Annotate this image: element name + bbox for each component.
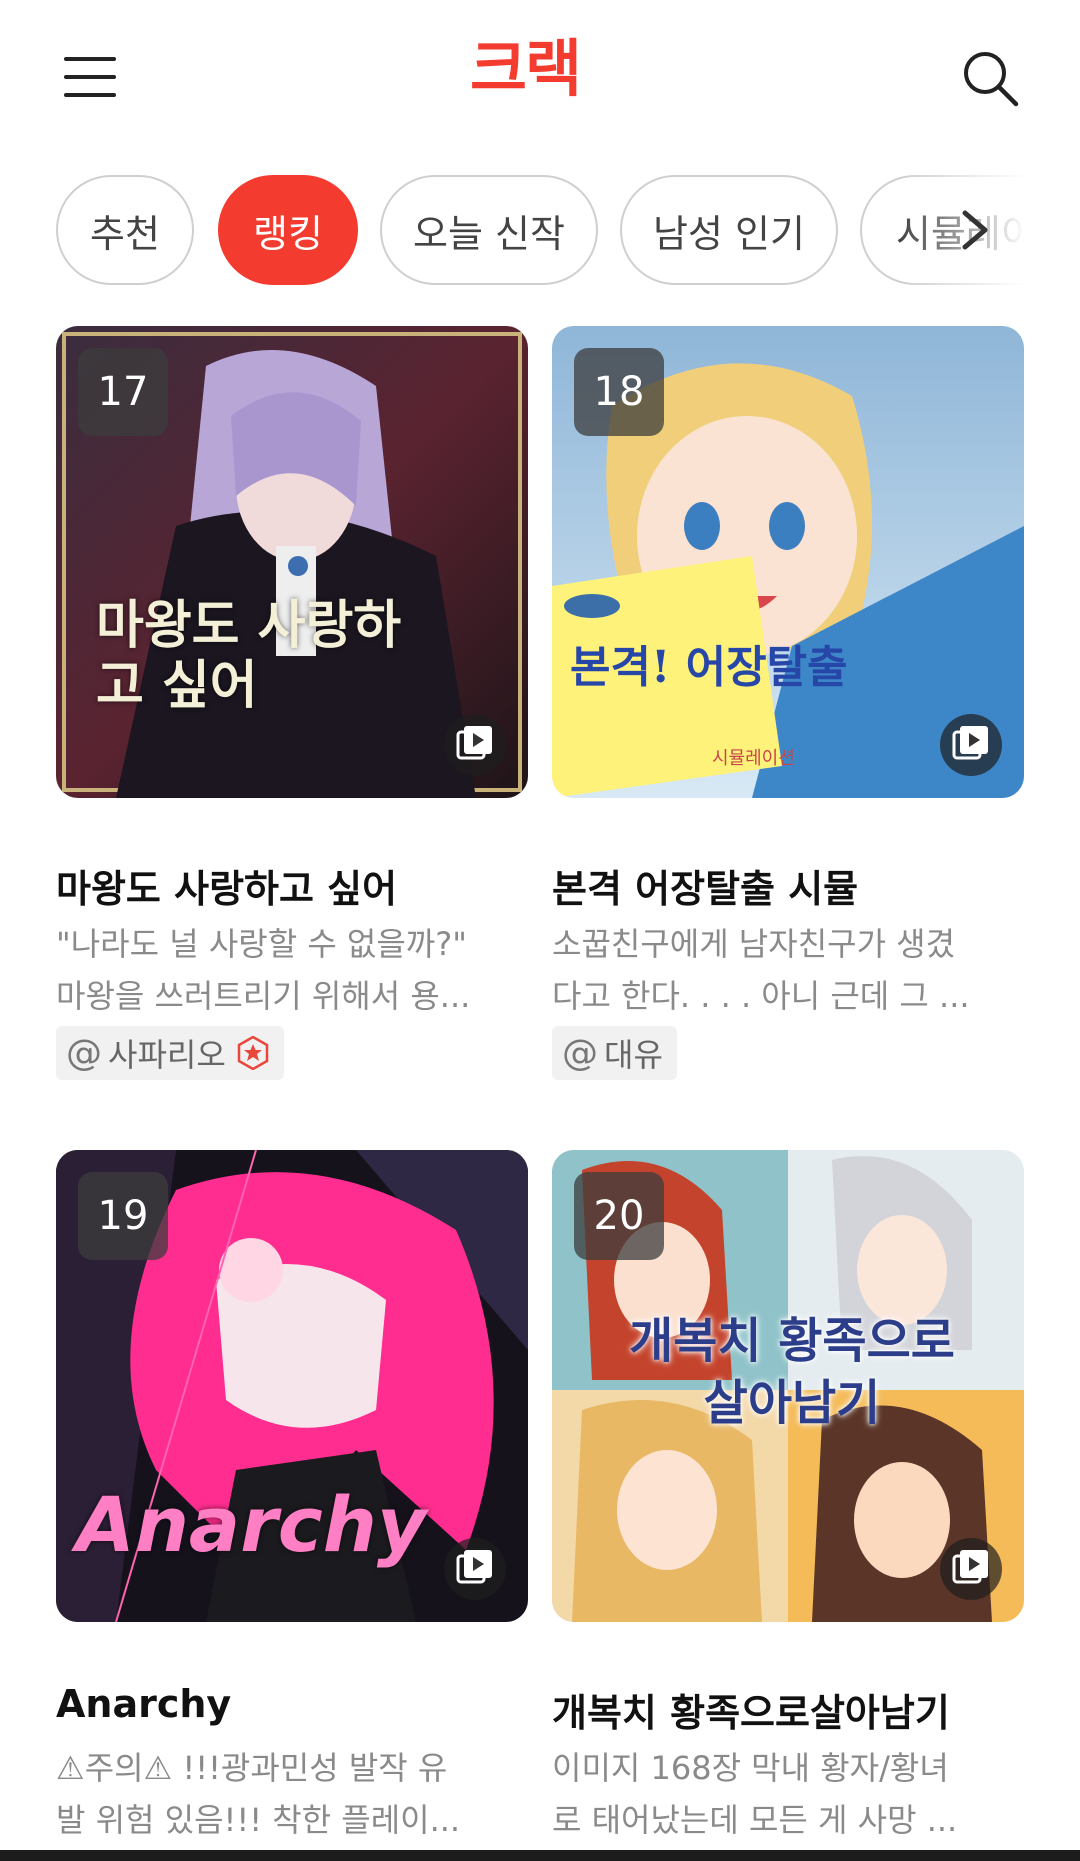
description-line: 다고 한다. . . . 아니 근데 그 ... <box>552 977 970 1015</box>
story-card[interactable]: 19 Anarchy Anarchy ⚠주의⚠ !!!광과민성 발작 유 발 위… <box>56 1150 528 1839</box>
author-chip[interactable]: @ 대유 <box>552 1026 677 1080</box>
story-cover[interactable]: 20 개복치 황족으로 살아남기 <box>552 1150 1024 1622</box>
rank-badge: 20 <box>574 1172 664 1260</box>
author-name: 사파리오 <box>108 1036 226 1074</box>
video-badge-icon <box>940 1538 1002 1600</box>
bottom-edge <box>0 1850 1080 1861</box>
tab-new-today[interactable]: 오늘 신작 <box>380 175 598 285</box>
chevron-right-icon[interactable] <box>955 205 995 255</box>
description-line: "나라도 널 사랑할 수 없을까?" <box>56 925 467 963</box>
tab-recommended[interactable]: 추천 <box>56 175 194 285</box>
story-card[interactable]: 18 본격! 어장탈출 시뮬레이션 본격 어장탈출 시뮬 소꿉친구에게 남자친구… <box>552 326 1024 1080</box>
story-cover[interactable]: 18 본격! 어장탈출 시뮬레이션 <box>552 326 1024 798</box>
author-name: 대유 <box>604 1036 663 1074</box>
story-cover[interactable]: 17 마왕도 사랑하고 싶어 <box>56 326 528 798</box>
cover-title-text: 본격! 어장탈출 <box>570 642 848 693</box>
cover-title-text: Anarchy <box>76 1480 427 1569</box>
author-chip[interactable]: @ 사파리오 <box>56 1026 284 1080</box>
cover-title-text: 마왕도 사랑하고 싶어 <box>96 595 402 716</box>
rank-badge: 19 <box>78 1172 168 1260</box>
description-line: 이미지 168장 막내 황자/황녀 <box>552 1749 949 1787</box>
category-tabs: 추천 랭킹 오늘 신작 남성 인기 시뮬레이 <box>0 175 1080 293</box>
rank-badge: 17 <box>78 348 168 436</box>
description-line: 마왕을 쓰러트리기 위해서 용... <box>56 977 471 1015</box>
description-line: 로 태어났는데 모든 게 사망 ... <box>552 1801 958 1839</box>
cover-subtitle-text: 시뮬레이션 <box>712 748 795 769</box>
description-line: 발 위험 있음!!! 착한 플레이... <box>56 1801 461 1839</box>
rank-badge: 18 <box>574 348 664 436</box>
story-card[interactable]: 17 마왕도 사랑하고 싶어 마왕도 사랑하고 싶어 "나라도 널 사랑할 수 … <box>56 326 528 1080</box>
video-badge-icon <box>444 1538 506 1600</box>
app-header: 크랙 <box>0 0 1080 160</box>
video-badge-icon <box>940 714 1002 776</box>
story-title[interactable]: Anarchy <box>56 1682 231 1726</box>
story-description: 소꿉친구에게 남자친구가 생겼 다고 한다. . . . 아니 근데 그 ... <box>552 918 1024 1022</box>
hamburger-menu-icon[interactable] <box>64 55 116 99</box>
story-title[interactable]: 마왕도 사랑하고 싶어 <box>56 858 397 913</box>
cover-title-text: 개복치 황족으로 살아남기 <box>629 1313 955 1431</box>
story-title[interactable]: 개복치 황족으로살아남기 <box>552 1682 950 1737</box>
search-icon[interactable] <box>960 48 1020 108</box>
description-line: ⚠주의⚠ !!!광과민성 발작 유 <box>56 1749 448 1787</box>
story-description: ⚠주의⚠ !!!광과민성 발작 유 발 위험 있음!!! 착한 플레이... <box>56 1742 528 1846</box>
at-icon: @ <box>562 1032 598 1074</box>
tab-male-popular[interactable]: 남성 인기 <box>620 175 838 285</box>
story-title[interactable]: 본격 어장탈출 시뮬 <box>552 858 858 913</box>
story-description: 이미지 168장 막내 황자/황녀 로 태어났는데 모든 게 사망 ... <box>552 1742 1024 1846</box>
tab-ranking[interactable]: 랭킹 <box>218 175 358 285</box>
video-badge-icon <box>444 714 506 776</box>
description-line: 소꿉친구에게 남자친구가 생겼 <box>552 925 956 963</box>
story-card[interactable]: 20 개복치 황족으로 살아남기 개복치 황족으로살아남기 이미지 168장 막… <box>552 1150 1024 1839</box>
verified-star-icon <box>237 1036 269 1070</box>
at-icon: @ <box>66 1032 102 1074</box>
story-cover[interactable]: 19 Anarchy <box>56 1150 528 1622</box>
story-description: "나라도 널 사랑할 수 없을까?" 마왕을 쓰러트리기 위해서 용... <box>56 918 528 1022</box>
app-logo[interactable]: 크랙 <box>470 38 582 100</box>
